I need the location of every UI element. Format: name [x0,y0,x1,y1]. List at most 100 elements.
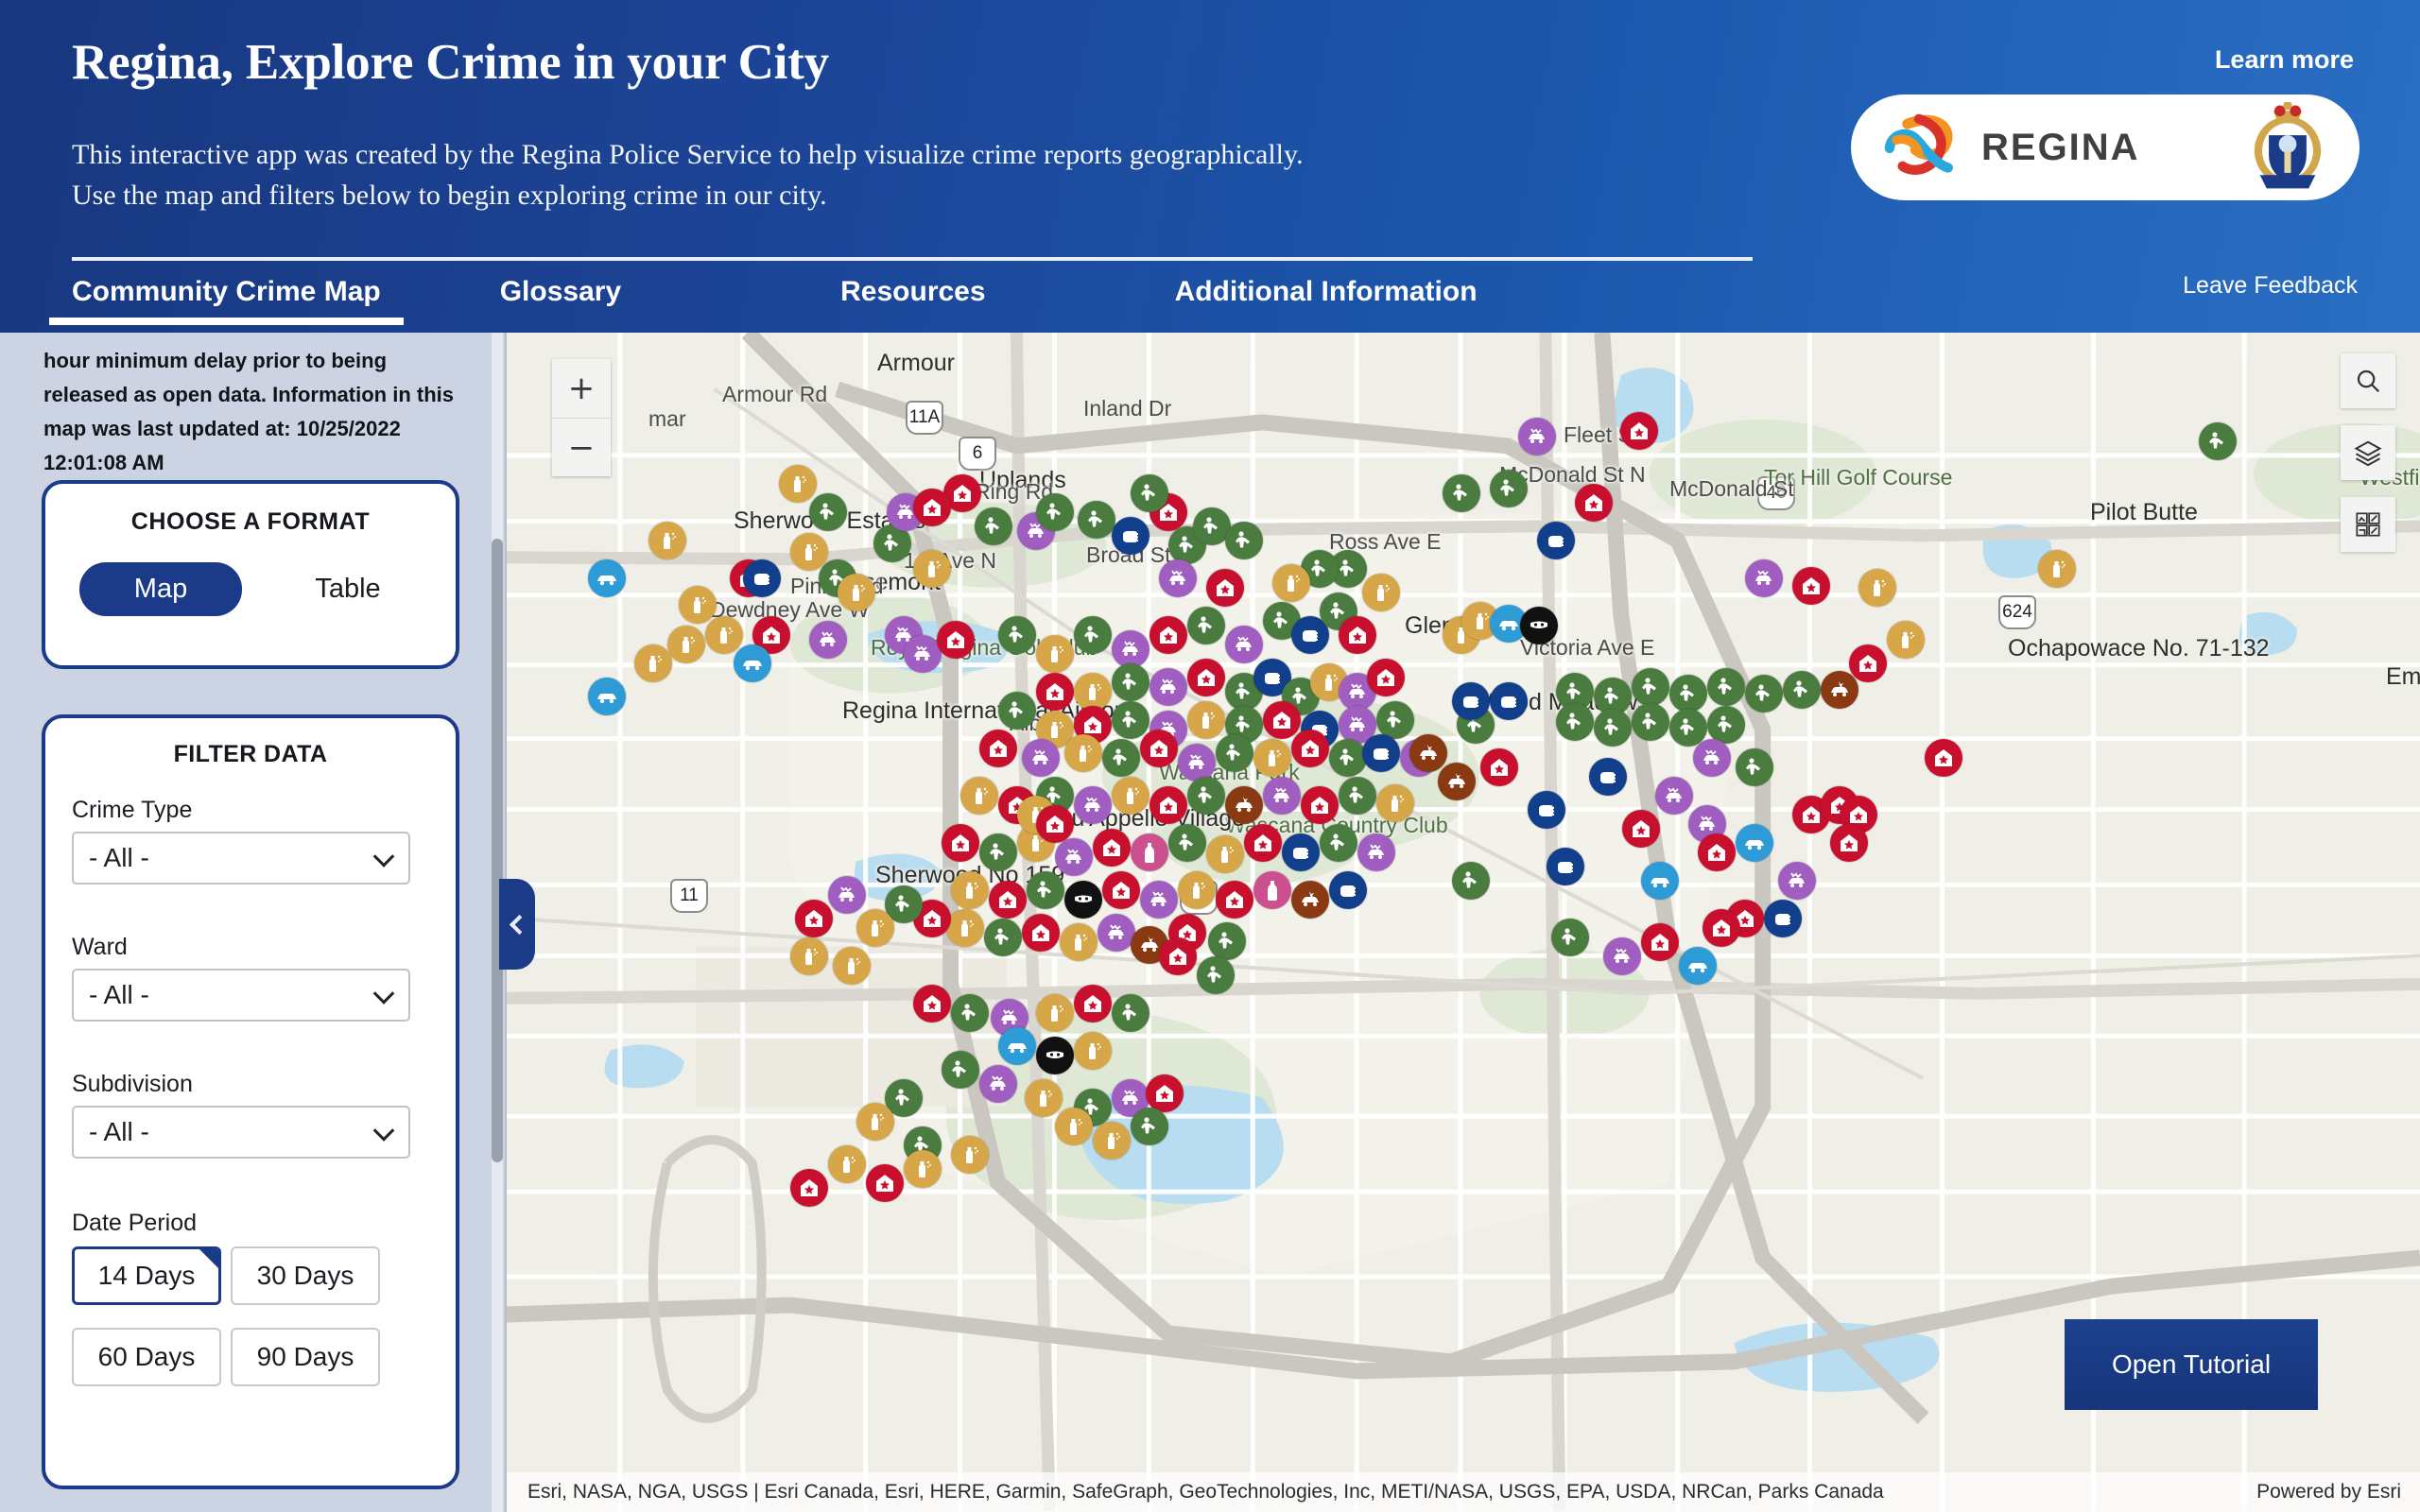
crime-marker-theft[interactable] [1452,862,1490,900]
crime-marker-break-and-enter[interactable] [1925,739,1962,777]
crime-marker-theft-from-vehicle[interactable] [1150,668,1187,706]
crime-marker-mischief[interactable] [960,777,998,815]
zoom-in-button[interactable]: + [552,359,611,418]
crime-marker-theft-from-vehicle[interactable] [904,635,942,673]
crime-marker-theft-from-vehicle[interactable] [1140,881,1178,919]
zoom-out-button[interactable]: − [552,419,611,477]
crime-marker-theft[interactable] [1102,739,1140,777]
tab-resources[interactable]: Resources [840,276,985,325]
crime-marker-break-and-enter[interactable] [795,900,833,937]
sidebar-scrollbar-thumb[interactable] [492,539,503,1162]
crime-marker-theft[interactable] [1216,734,1253,772]
crime-marker-auto-theft[interactable] [734,644,771,682]
crime-marker-mischief[interactable] [667,626,705,663]
crime-marker-mischief[interactable] [2038,550,2076,588]
crime-marker-break-and-enter[interactable] [1036,673,1074,711]
crime-marker-theft-from-vehicle[interactable] [828,876,866,914]
crime-marker-assault[interactable] [1764,900,1802,937]
crime-marker-theft[interactable] [809,493,847,531]
crime-marker-mischief[interactable] [1272,564,1310,602]
learn-more-link[interactable]: Learn more [2215,45,2354,75]
brand-logo-card[interactable]: REGINA [1851,94,2360,200]
crime-marker-break-and-enter[interactable] [790,1169,828,1207]
crime-marker-assault[interactable] [1452,682,1490,720]
date-period-30-days[interactable]: 30 Days [231,1246,380,1305]
crime-marker-theft-from-vehicle[interactable] [1603,937,1641,975]
sidebar-collapse-handle[interactable] [499,879,535,970]
crime-marker-break-and-enter[interactable] [1140,730,1178,767]
crime-marker-assault[interactable] [1490,682,1528,720]
crime-marker-break-and-enter[interactable] [1206,569,1244,607]
crime-marker-theft[interactable] [1187,607,1225,644]
crime-marker-mischief[interactable] [1376,784,1414,822]
crime-marker-break-and-enter[interactable] [1620,412,1658,450]
crime-marker-theft-from-vehicle[interactable] [1745,559,1783,597]
crime-marker-assault[interactable] [1112,517,1150,555]
crime-marker-mischief[interactable] [1074,673,1112,711]
crime-marker-theft[interactable] [979,833,1017,871]
crime-marker-theft[interactable] [2199,422,2237,460]
crime-marker-break-and-enter[interactable] [1480,748,1518,786]
crime-marker-theft[interactable] [1078,501,1115,539]
crime-marker-assault[interactable] [743,559,781,597]
crime-marker-collision[interactable] [1409,734,1447,772]
crime-marker-theft[interactable] [1131,1108,1168,1145]
crime-marker-theft[interactable] [1551,919,1589,956]
subdivision-select[interactable]: - All - [72,1106,410,1159]
crime-marker-mischief[interactable] [1253,739,1291,777]
crime-marker-break-and-enter[interactable] [1575,484,1613,522]
crime-marker-theft-from-vehicle[interactable] [1357,833,1395,871]
crime-marker-mischief[interactable] [856,909,894,947]
crime-marker-theft[interactable] [1376,701,1414,739]
crime-marker-mischief[interactable] [951,871,989,909]
crime-marker-theft[interactable] [1168,824,1206,862]
crime-marker-collision[interactable] [1821,671,1858,709]
crime-type-select[interactable]: - All - [72,832,410,885]
crime-marker-break-and-enter[interactable] [1301,786,1339,824]
crime-marker-theft-from-vehicle[interactable] [1518,418,1556,455]
crime-marker-break-and-enter[interactable] [1622,810,1660,848]
crime-marker-theft[interactable] [1208,922,1246,960]
crime-marker-mischief[interactable] [828,1145,866,1183]
crime-marker-mischief[interactable] [1036,994,1074,1032]
crime-marker-break-and-enter[interactable] [1146,1074,1184,1112]
crime-marker-theft[interactable] [1036,493,1074,531]
crime-marker-mischief[interactable] [790,937,828,975]
crime-marker-break-and-enter[interactable] [942,824,979,862]
crime-marker-theft[interactable] [1707,706,1745,744]
crime-marker-assault[interactable] [1589,758,1627,796]
crime-marker-mischief[interactable] [634,644,672,682]
crime-marker-liquor-offence[interactable] [1131,833,1168,871]
crime-marker-theft[interactable] [984,919,1022,956]
crime-marker-theft[interactable] [1187,777,1225,815]
crime-marker-mischief[interactable] [833,947,871,985]
crime-marker-theft-from-vehicle[interactable] [1022,739,1060,777]
crime-marker-mischief[interactable] [1178,871,1216,909]
crime-marker-mischief[interactable] [648,522,686,559]
crime-marker-robbery[interactable] [1064,881,1102,919]
crime-marker-mischief[interactable] [1112,777,1150,815]
crime-marker-collision[interactable] [1225,786,1263,824]
crime-marker-theft[interactable] [1594,709,1632,747]
crime-marker-auto-theft[interactable] [998,1027,1036,1065]
crime-marker-break-and-enter[interactable] [1036,805,1074,843]
date-period-14-days[interactable]: 14 Days [72,1246,221,1305]
crime-marker-mischief[interactable] [1036,635,1074,673]
open-tutorial-button[interactable]: Open Tutorial [2065,1319,2318,1410]
crime-marker-break-and-enter[interactable] [1367,659,1405,696]
crime-marker-mischief[interactable] [1093,1122,1131,1160]
crime-marker-mischief[interactable] [679,586,717,624]
crime-marker-theft[interactable] [1112,701,1150,739]
search-icon[interactable] [2341,353,2395,408]
crime-marker-theft-from-vehicle[interactable] [1778,862,1816,900]
crime-marker-theft-from-vehicle[interactable] [1655,777,1693,815]
crime-marker-theft-from-vehicle[interactable] [1263,777,1301,815]
crime-marker-break-and-enter[interactable] [1830,824,1868,862]
crime-marker-collision[interactable] [1438,763,1476,800]
crime-marker-break-and-enter[interactable] [1291,730,1329,767]
crime-marker-break-and-enter[interactable] [1150,616,1187,654]
crime-marker-mischief[interactable] [1187,701,1225,739]
ward-select[interactable]: - All - [72,969,410,1022]
crime-marker-theft-from-vehicle[interactable] [1225,626,1263,663]
crime-marker-theft[interactable] [1707,668,1745,706]
